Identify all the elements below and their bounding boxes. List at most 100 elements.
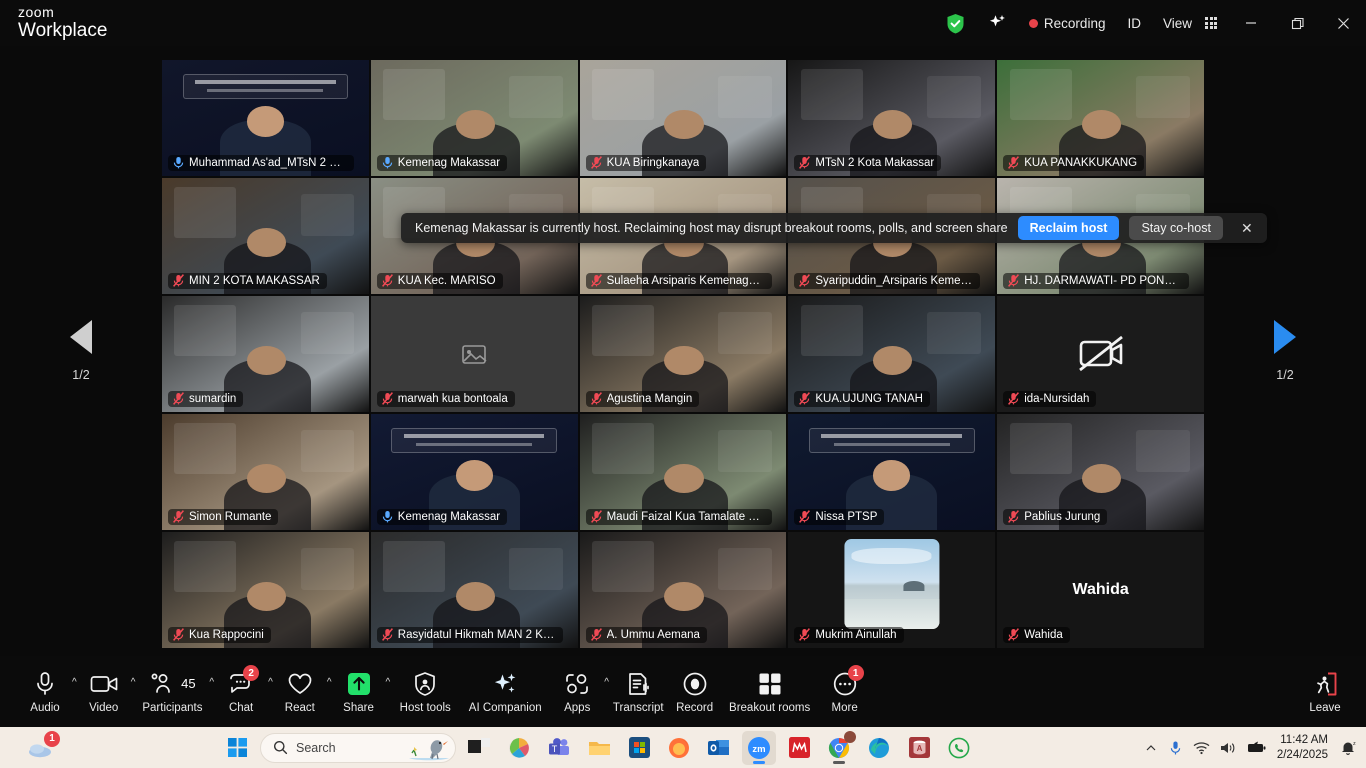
ai-companion-titlebar-button[interactable]: [976, 0, 1018, 46]
participant-tile[interactable]: Pablius Jurung: [997, 414, 1204, 530]
participant-name-badge: Rasyidatul Hikmah MAN 2 Ko...: [377, 627, 563, 643]
encryption-shield-button[interactable]: [935, 0, 976, 46]
volume-icon[interactable]: [1220, 741, 1237, 755]
microphone-icon: [382, 156, 393, 169]
taskbar-weather-widget[interactable]: 1: [0, 731, 220, 765]
toolbar-button-more[interactable]: More1: [818, 656, 872, 727]
microsoft-edge-icon[interactable]: [862, 731, 896, 765]
microsoft-teams-icon[interactable]: T: [542, 731, 576, 765]
toolbar-button-share[interactable]: Share: [332, 656, 386, 727]
participant-name: Sulaeha Arsiparis Kemenag_K...: [607, 275, 765, 287]
participant-name-badge: KUA Biringkanaya: [586, 155, 707, 171]
participant-tile[interactable]: A. Ummu Aemana: [580, 532, 787, 648]
toolbar-button-participants[interactable]: 45Participants: [135, 656, 209, 727]
windows-start-icon[interactable]: [220, 731, 254, 765]
whatsapp-icon[interactable]: [942, 731, 976, 765]
next-page-arrow-icon[interactable]: [1274, 320, 1296, 354]
file-explorer-icon[interactable]: [582, 731, 616, 765]
zoom-icon[interactable]: zm: [742, 731, 776, 765]
microsoft-store-icon[interactable]: [622, 731, 656, 765]
taskbar-clock[interactable]: 11:42 AM 2/24/2025: [1277, 733, 1330, 762]
toolbar-button-transcript[interactable]: Transcript: [609, 656, 668, 727]
participant-tile[interactable]: Mukrim Ainullah: [788, 532, 995, 648]
participant-tile[interactable]: MTsN 2 Kota Makassar: [788, 60, 995, 176]
wifi-icon[interactable]: [1193, 741, 1210, 755]
leave-meeting-icon: [1312, 670, 1338, 698]
notification-bell-icon[interactable]: z: [1340, 740, 1356, 756]
toolbar-button-video[interactable]: Video: [77, 656, 131, 727]
toolbar-button-breakout-rooms[interactable]: Breakout rooms: [722, 656, 818, 727]
participant-tile[interactable]: Kemenag Makassar: [371, 60, 578, 176]
participant-tile[interactable]: KUA Biringkanaya: [580, 60, 787, 176]
weather-cloud-icon[interactable]: 1: [22, 731, 62, 765]
google-chrome-icon[interactable]: [822, 731, 856, 765]
maximize-button[interactable]: [1274, 0, 1320, 46]
next-page-control[interactable]: 1/2: [1204, 46, 1366, 656]
participant-tile[interactable]: marwah kua bontoala: [371, 296, 578, 412]
recording-label: Recording: [1044, 16, 1106, 31]
close-icon[interactable]: ✕: [1233, 220, 1261, 237]
participant-grid: Muhammad As'ad_MTsN 2 Maka... Kemenag Mak…: [162, 60, 1204, 648]
microphone-icon: [173, 156, 184, 169]
meeting-id-button[interactable]: ID: [1116, 0, 1152, 46]
clock-date: 2/24/2025: [1277, 748, 1328, 762]
toolbar-button-ai-companion[interactable]: AI Companion: [460, 656, 550, 727]
participant-tile[interactable]: Rasyidatul Hikmah MAN 2 Ko...: [371, 532, 578, 648]
participant-tile[interactable]: Agustina Mangin: [580, 296, 787, 412]
toolbar-button-chat[interactable]: Chat2: [214, 656, 268, 727]
svg-text:T: T: [552, 744, 558, 754]
view-label: View: [1163, 16, 1192, 31]
minimize-button[interactable]: [1228, 0, 1274, 46]
page-indicator-left: 1/2: [72, 368, 89, 382]
participant-name: Nissa PTSP: [815, 511, 877, 523]
record-icon: [682, 670, 708, 698]
participant-tile[interactable]: Simon Rumante: [162, 414, 369, 530]
previous-page-arrow-icon[interactable]: [70, 320, 92, 354]
participant-tile[interactable]: MIN 2 KOTA MAKASSAR: [162, 178, 369, 294]
close-button[interactable]: [1320, 0, 1366, 46]
access-icon[interactable]: A: [902, 731, 936, 765]
search-input[interactable]: Search: [260, 733, 456, 763]
toolbar-button-record[interactable]: Record: [668, 656, 722, 727]
clock-time: 11:42 AM: [1277, 733, 1328, 747]
toolbar-button-audio[interactable]: Audio: [18, 656, 72, 727]
toolbar-button-host-tools[interactable]: Host tools: [390, 656, 460, 727]
microphone-muted-icon: [1008, 392, 1019, 405]
outlook-icon[interactable]: [702, 731, 736, 765]
toolbar-button-leave[interactable]: Leave: [1298, 656, 1352, 727]
view-button[interactable]: View: [1152, 0, 1228, 46]
participant-tile[interactable]: Muhammad As'ad_MTsN 2 Maka...: [162, 60, 369, 176]
toolbar-button-apps[interactable]: Apps: [550, 656, 604, 727]
firefox-icon[interactable]: [662, 731, 696, 765]
task-view-icon[interactable]: [462, 731, 496, 765]
participant-tile[interactable]: KUA.UJUNG TANAH: [788, 296, 995, 412]
participant-tile[interactable]: KUA PANAKKUKANG: [997, 60, 1204, 176]
participant-tile[interactable]: Maudi Faizal Kua Tamalate M...: [580, 414, 787, 530]
participant-tile[interactable]: Kemenag Makassar: [371, 414, 578, 530]
participant-tile[interactable]: Nissa PTSP: [788, 414, 995, 530]
brand-zoom-text: zoom: [18, 5, 107, 20]
microphone-muted-icon: [382, 392, 393, 405]
participant-tile[interactable]: Kua Rappocini: [162, 532, 369, 648]
participant-name-badge: Kemenag Makassar: [377, 509, 507, 525]
participant-name-badge: HJ. DARMAWATI- PD PONTREN: [1003, 273, 1189, 289]
participant-name: Muhammad As'ad_MTsN 2 Maka...: [189, 157, 347, 169]
participant-tile[interactable]: WahidaWahida: [997, 532, 1204, 648]
recording-indicator[interactable]: Recording: [1018, 0, 1117, 46]
participant-tile[interactable]: ida-Nursidah: [997, 296, 1204, 412]
participant-name-badge: MTsN 2 Kota Makassar: [794, 155, 941, 171]
toolbar-label: Leave: [1309, 702, 1340, 714]
toolbar-label: AI Companion: [469, 702, 542, 714]
copilot-icon[interactable]: [502, 731, 536, 765]
reclaim-host-button[interactable]: Reclaim host: [1018, 216, 1120, 240]
battery-icon[interactable]: [1247, 741, 1267, 754]
mendeley-icon[interactable]: [782, 731, 816, 765]
chevron-up-icon[interactable]: [1144, 741, 1158, 755]
toolbar-button-react[interactable]: React: [273, 656, 327, 727]
stay-co-host-button[interactable]: Stay co-host: [1129, 216, 1222, 240]
microphone-tray-icon[interactable]: [1168, 740, 1183, 756]
previous-page-control[interactable]: 1/2: [0, 46, 162, 656]
participant-tile[interactable]: sumardin: [162, 296, 369, 412]
title-bar: zoom Workplace Recording ID Vi: [0, 0, 1366, 46]
microphone-muted-icon: [1008, 628, 1019, 641]
